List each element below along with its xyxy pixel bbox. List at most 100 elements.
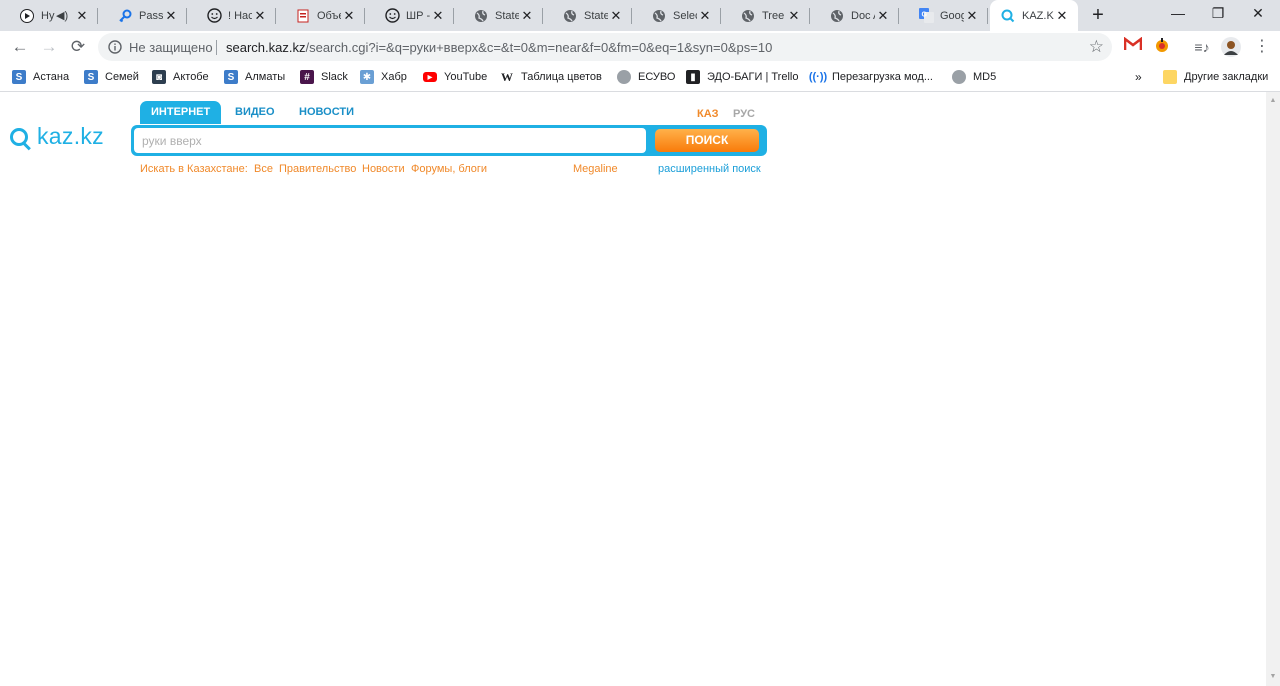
habr-icon: ✱ (360, 70, 374, 84)
globe-icon (740, 8, 756, 24)
bookmark-item[interactable]: MD5 (952, 68, 996, 86)
browser-toolbar: ← → ⟳ Не защищено search.kaz.kz/search.c… (0, 31, 1280, 63)
vertical-scrollbar[interactable]: ▲ ▼ (1266, 92, 1280, 686)
address-bar[interactable]: Не защищено search.kaz.kz/search.cgi?i=&… (98, 33, 1112, 61)
close-icon[interactable]: ✕ (430, 8, 446, 24)
tab-news[interactable]: НОВОСТИ (299, 101, 354, 124)
megaline-link[interactable]: Megaline (573, 163, 618, 175)
gmail-icon[interactable] (1123, 36, 1143, 57)
speaker-icon[interactable]: ◀) (56, 9, 70, 22)
close-icon[interactable]: ✕ (519, 8, 535, 24)
bookmark-star-icon[interactable]: ☆ (1089, 37, 1104, 57)
slack-icon: # (300, 70, 314, 84)
bookmark-item[interactable]: S Алматы (224, 68, 285, 86)
avatar[interactable] (1221, 37, 1241, 57)
tab-internet[interactable]: ИНТЕРНЕТ (140, 101, 222, 124)
google-translate-icon: G (918, 8, 934, 24)
url-text[interactable]: search.kaz.kz/search.cgi?i=&q=руки+вверх… (226, 40, 772, 55)
tab[interactable]: ШР - е ✕ (365, 0, 454, 31)
tab[interactable]: State_ ✕ (543, 0, 632, 31)
bookmark-item[interactable]: ((·)) Перезагрузка мод... (809, 68, 933, 86)
bookmark-label: Семей (105, 71, 139, 83)
bookmark-item[interactable]: ▸ YouTube (423, 68, 487, 86)
logo-text: kaz.kz (37, 123, 104, 149)
minimize-button[interactable]: — (1166, 4, 1190, 22)
close-icon[interactable]: ✕ (163, 8, 179, 24)
language-kaz-link[interactable]: КАЗ (697, 108, 719, 120)
close-icon[interactable]: ✕ (875, 8, 891, 24)
bookmark-label: ЕСУВО (638, 71, 676, 83)
search-input[interactable] (134, 128, 646, 153)
info-icon[interactable] (108, 40, 122, 54)
svg-text:G: G (921, 12, 927, 19)
bookmark-label: Астана (33, 71, 70, 83)
bookmark-item[interactable]: ◙ Актобе (152, 68, 209, 86)
tab-title: Googl (940, 9, 964, 22)
scroll-down-icon[interactable]: ▼ (1266, 670, 1280, 684)
scope-link-all[interactable]: Все (254, 163, 273, 175)
close-icon[interactable]: ✕ (697, 8, 713, 24)
tab[interactable]: State S ✕ (454, 0, 543, 31)
close-icon[interactable]: ✕ (252, 8, 268, 24)
tab-title: State S (495, 9, 519, 22)
bookmark-item[interactable]: ✱ Хабр (360, 68, 407, 86)
search-box: ПОИСК (131, 125, 767, 156)
smiley-icon (206, 8, 222, 24)
menu-icon[interactable]: ⋮ (1252, 37, 1272, 57)
language-rus-link[interactable]: РУС (733, 108, 755, 120)
tab-title: Passwo (139, 9, 163, 22)
bookmark-label: MD5 (973, 71, 997, 83)
tab-strip: Hy ◀) ✕ Passwo ✕ ! Настр ✕ Объек ✕ ШР - … (0, 0, 1280, 31)
back-button[interactable]: ← (8, 35, 32, 59)
tab[interactable]: Select ✕ (632, 0, 721, 31)
new-tab-button[interactable]: + (1086, 4, 1110, 26)
advanced-search-link[interactable]: расширенный поиск (658, 163, 761, 175)
scroll-up-icon[interactable]: ▲ (1266, 94, 1280, 108)
bookmark-item[interactable]: S Астана (12, 68, 69, 86)
bookmark-label: Таблица цветов (521, 71, 602, 83)
tab-title: Tree – (762, 9, 786, 22)
tab[interactable]: Tree – ✕ (721, 0, 810, 31)
close-window-button[interactable]: ✕ (1246, 4, 1270, 22)
restore-button[interactable]: ❐ (1206, 4, 1230, 22)
extension-icon[interactable] (1152, 37, 1172, 57)
close-icon[interactable]: ✕ (1054, 8, 1070, 24)
reload-button[interactable]: ⟳ (66, 35, 90, 59)
scope-link-government[interactable]: Правительство (279, 163, 356, 175)
scope-link-forums[interactable]: Форумы, блоги (411, 163, 487, 175)
tab[interactable]: Hy ◀) ✕ (0, 0, 98, 31)
other-bookmarks[interactable]: Другие закладки (1163, 68, 1268, 86)
bookmark-item[interactable]: # Slack (300, 68, 348, 86)
security-label[interactable]: Не защищено (129, 40, 213, 55)
bookmark-item[interactable]: ЕСУВО (617, 68, 675, 86)
wikipedia-icon: W (500, 69, 514, 84)
kazkz-logo-icon (10, 127, 28, 146)
play-icon (19, 8, 35, 24)
close-icon[interactable]: ✕ (74, 8, 90, 24)
globe-icon (952, 70, 966, 84)
close-icon[interactable]: ✕ (786, 8, 802, 24)
site-logo[interactable]: kaz.kz (10, 123, 104, 150)
bookmarks-overflow-button[interactable]: » (1135, 68, 1142, 86)
forward-button[interactable]: → (37, 35, 61, 59)
tab[interactable]: G Googl ✕ (899, 0, 988, 31)
close-icon[interactable]: ✕ (341, 8, 357, 24)
bookmark-item[interactable]: W Таблица цветов (500, 68, 602, 86)
tab[interactable]: Passwo ✕ (98, 0, 187, 31)
search-button[interactable]: ПОИСК (655, 129, 759, 152)
tab[interactable]: Объек ✕ (276, 0, 365, 31)
close-icon[interactable]: ✕ (964, 8, 980, 24)
url-host: search.kaz.kz (226, 40, 306, 55)
skype-icon: S (84, 70, 98, 84)
bookmark-item[interactable]: S Семей (84, 68, 139, 86)
tab[interactable]: ! Настр ✕ (187, 0, 276, 31)
close-icon[interactable]: ✕ (608, 8, 624, 24)
media-control-icon[interactable]: ≡♪ (1192, 37, 1212, 57)
bookmark-item[interactable]: ▮ ЭДО-БАГИ | Trello (686, 68, 798, 86)
bookmarks-bar: S Астана S Семей ◙ Актобе S Алматы # Sla… (0, 63, 1280, 92)
tab-active[interactable]: KAZ.K ✕ (990, 0, 1078, 31)
tab-video[interactable]: ВИДЕО (235, 101, 275, 124)
tab[interactable]: Doc Ap ✕ (810, 0, 899, 31)
scope-link-news[interactable]: Новости (362, 163, 405, 175)
smiley-icon (384, 8, 400, 24)
